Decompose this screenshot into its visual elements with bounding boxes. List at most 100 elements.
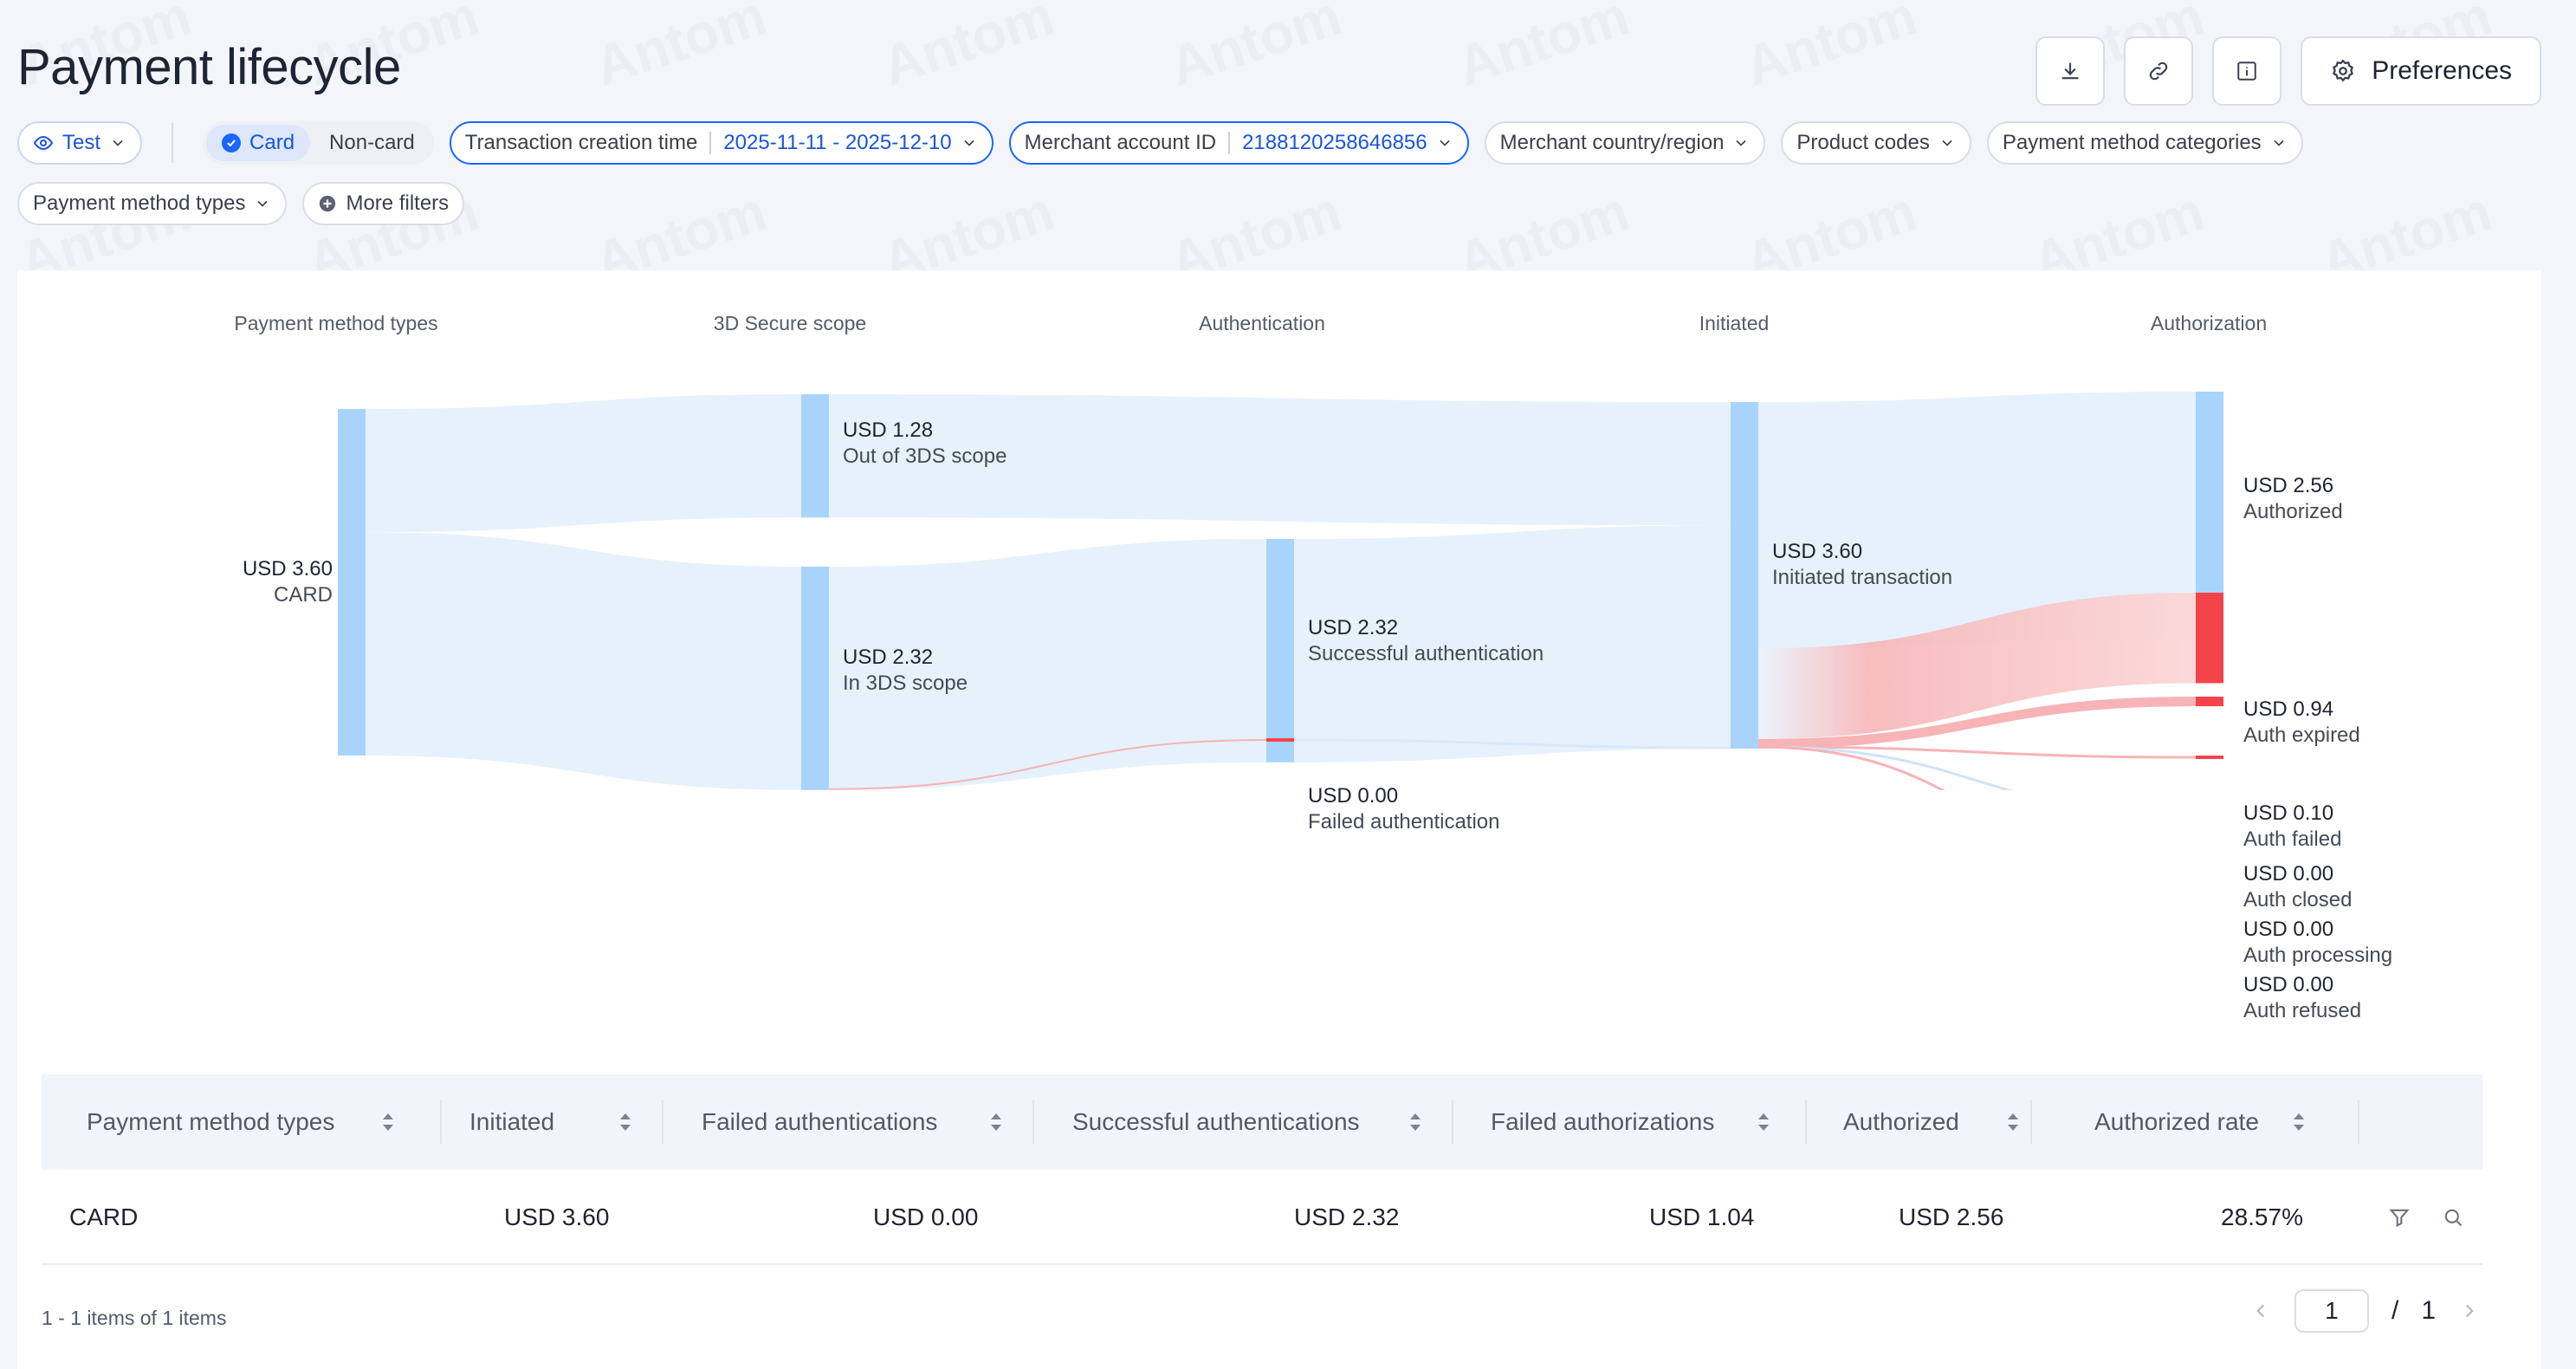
chevron-down-icon bbox=[1440, 139, 1450, 146]
node-successful-auth[interactable] bbox=[1266, 539, 1294, 762]
merchant-country-label: Merchant country/region bbox=[1499, 131, 1725, 154]
column-divider bbox=[440, 1100, 442, 1144]
node-amount: USD 2.32 bbox=[843, 646, 934, 669]
plus-circle-icon bbox=[320, 195, 336, 212]
more-filters-button[interactable]: More filters bbox=[302, 182, 465, 225]
column-header[interactable]: Payment method types bbox=[87, 1074, 334, 1170]
table-cell: CARD bbox=[69, 1204, 139, 1230]
node-label-initiated: USD 3.60 Initiated transaction bbox=[1772, 539, 1952, 591]
link-card-out3ds[interactable] bbox=[366, 394, 801, 533]
node-out-3ds[interactable] bbox=[801, 394, 829, 518]
page-number-input[interactable]: 1 bbox=[2294, 1289, 2369, 1333]
node-amount: USD 3.60 bbox=[1772, 540, 1863, 563]
sort-icon[interactable] bbox=[986, 1107, 1006, 1137]
column-header[interactable]: Successful authentications bbox=[1072, 1074, 1360, 1170]
node-initiated[interactable] bbox=[1731, 402, 1758, 749]
info-icon bbox=[2237, 62, 2256, 81]
node-label-auth-refused: USD 0.00 Auth refused bbox=[2243, 972, 2361, 1024]
info-button[interactable] bbox=[2212, 36, 2282, 106]
sort-icon[interactable] bbox=[2288, 1107, 2309, 1137]
column-header[interactable]: Authorized rate bbox=[2094, 1074, 2259, 1170]
column-header[interactable]: Failed authentications bbox=[702, 1074, 937, 1170]
pagination: 1 / 1 bbox=[2249, 1289, 2481, 1333]
chevron-down-icon bbox=[1736, 139, 1747, 146]
search-icon bbox=[2444, 1209, 2463, 1227]
merchant-account-value: 2188120258646856 bbox=[1242, 131, 1427, 154]
node-label-card: USD 3.60 CARD bbox=[243, 556, 333, 608]
column-header-label: Failed authentications bbox=[702, 1108, 938, 1135]
filter-row-button[interactable] bbox=[2387, 1170, 2411, 1265]
watermark-text: Antom bbox=[874, 0, 1061, 98]
column-header[interactable]: Failed authorizations bbox=[1491, 1074, 1714, 1170]
sort-icon[interactable] bbox=[1405, 1107, 1426, 1137]
node-auth-closed[interactable] bbox=[2196, 756, 2223, 759]
table-cell: 28.57% bbox=[2221, 1204, 2303, 1230]
column-header-label: Payment method types bbox=[87, 1108, 335, 1135]
sort-icon[interactable] bbox=[378, 1107, 398, 1137]
node-label-auth-failed: USD 0.10 Auth failed bbox=[2243, 801, 2341, 853]
chevron-left-icon[interactable] bbox=[2249, 1300, 2272, 1322]
download-button[interactable] bbox=[2036, 36, 2106, 106]
node-name: Failed authentication bbox=[1308, 810, 1500, 834]
column-header[interactable]: Initiated bbox=[469, 1074, 554, 1170]
column-divider bbox=[662, 1100, 663, 1144]
transaction-time-filter[interactable]: Transaction creation time 2025-11-11 - 2… bbox=[449, 121, 994, 165]
link-card-in3ds[interactable] bbox=[366, 532, 801, 790]
column-divider bbox=[2358, 1100, 2359, 1144]
chevron-right-icon[interactable] bbox=[2458, 1300, 2481, 1322]
table-row: CARD USD 3.60 USD 0.00 USD 2.32 USD 1.04… bbox=[42, 1170, 2482, 1265]
merchant-country-filter[interactable]: Merchant country/region bbox=[1484, 121, 1766, 165]
product-codes-filter[interactable]: Product codes bbox=[1781, 121, 1971, 165]
column-divider bbox=[1032, 1100, 1034, 1144]
table-cell: USD 0.00 bbox=[873, 1204, 979, 1230]
preferences-button[interactable]: Preferences bbox=[2301, 36, 2541, 106]
sort-icon[interactable] bbox=[615, 1107, 636, 1137]
payment-method-types-filter[interactable]: Payment method types bbox=[17, 182, 288, 225]
node-amount: USD 3.60 bbox=[242, 557, 333, 581]
column-header-label: Failed authorizations bbox=[1491, 1108, 1715, 1135]
sort-icon[interactable] bbox=[2003, 1107, 2023, 1137]
table-cell: USD 1.04 bbox=[1649, 1204, 1755, 1230]
node-name: Authorized bbox=[2243, 500, 2343, 523]
sankey-chart bbox=[338, 392, 2223, 790]
divider bbox=[709, 132, 712, 154]
node-amount: USD 1.28 bbox=[843, 418, 934, 442]
node-label-auth-processing: USD 0.00 Auth processing bbox=[2243, 917, 2392, 969]
node-auth-expired[interactable] bbox=[2196, 593, 2223, 684]
transaction-time-value: 2025-11-11 - 2025-12-10 bbox=[723, 131, 952, 154]
node-label-authorized: USD 2.56 Authorized bbox=[2243, 473, 2343, 525]
chevron-down-icon bbox=[964, 139, 974, 146]
node-failed-auth[interactable] bbox=[1266, 738, 1294, 742]
node-in-3ds[interactable] bbox=[801, 567, 829, 790]
environment-select[interactable]: Test bbox=[17, 121, 143, 165]
summary-table: Payment method types Initiated Failed au… bbox=[42, 1074, 2482, 1265]
column-header-label: Authorized bbox=[1843, 1108, 1959, 1135]
card-option[interactable]: Card bbox=[206, 125, 311, 161]
node-label-out-3ds: USD 1.28 Out of 3DS scope bbox=[843, 418, 1006, 470]
merchant-account-filter[interactable]: Merchant account ID 2188120258646856 bbox=[1008, 121, 1469, 165]
eye-icon bbox=[33, 135, 54, 151]
check-icon bbox=[222, 133, 242, 152]
search-row-button[interactable] bbox=[2441, 1170, 2465, 1265]
page-title: Payment lifecycle bbox=[17, 39, 401, 95]
link-icon bbox=[2150, 62, 2168, 81]
node-card[interactable] bbox=[338, 409, 366, 756]
environment-label: Test bbox=[62, 131, 101, 154]
payment-method-categories-filter[interactable]: Payment method categories bbox=[1986, 121, 2303, 165]
filter-row-2: Payment method types More filters bbox=[17, 182, 465, 225]
noncard-option[interactable]: Non-card bbox=[314, 125, 430, 161]
node-name: Auth processing bbox=[2243, 944, 2393, 967]
sort-icon[interactable] bbox=[1753, 1107, 1774, 1137]
copy-link-button[interactable] bbox=[2124, 36, 2194, 106]
product-codes-label: Product codes bbox=[1796, 131, 1930, 154]
column-header[interactable]: Authorized bbox=[1843, 1074, 1959, 1170]
divider bbox=[1228, 132, 1231, 154]
node-auth-failed[interactable] bbox=[2196, 697, 2223, 707]
node-label-successful-auth: USD 2.32 Successful authentication bbox=[1308, 615, 1544, 667]
chevron-down-icon bbox=[1942, 139, 1952, 146]
table-cell: USD 2.56 bbox=[1899, 1204, 2004, 1230]
node-name: Auth closed bbox=[2243, 888, 2353, 912]
noncard-option-label: Non-card bbox=[329, 131, 415, 154]
node-amount: USD 0.00 bbox=[2243, 973, 2334, 996]
node-amount: USD 0.00 bbox=[2243, 918, 2334, 941]
